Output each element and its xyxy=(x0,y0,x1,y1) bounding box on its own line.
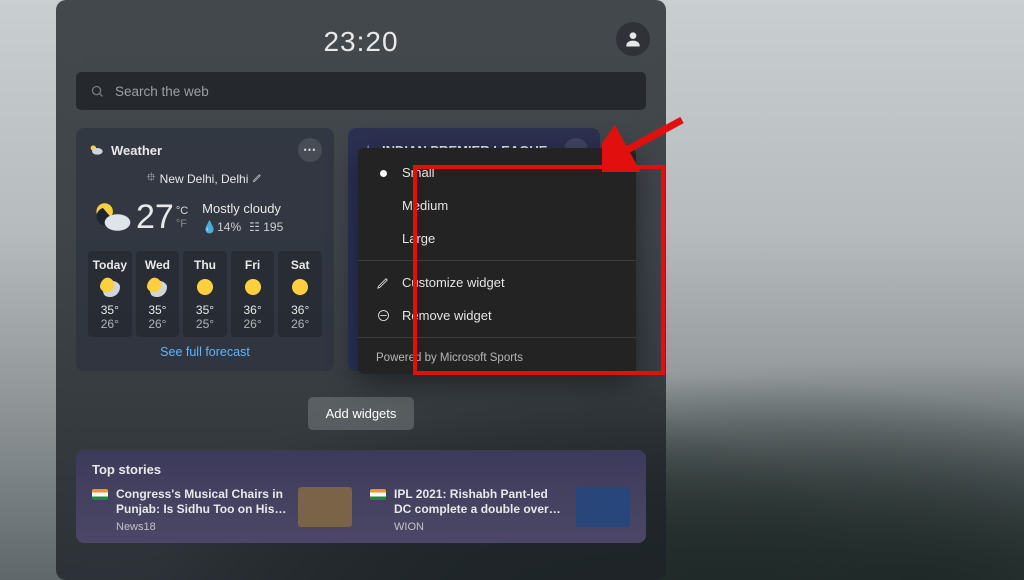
forecast-day-icon xyxy=(100,277,120,297)
forecast-day[interactable]: Wed 35°26° xyxy=(136,251,180,337)
forecast-low: 25° xyxy=(183,317,227,331)
menu-footer: Powered by Microsoft Sports xyxy=(358,343,636,368)
forecast-row: Today35°26°Wed35°26°Thu35°25°Fri36°26°Sa… xyxy=(88,251,322,337)
weather-title: Weather xyxy=(111,143,162,158)
menu-customize-widget[interactable]: Customize widget xyxy=(358,266,636,299)
forecast-day-icon xyxy=(195,277,215,297)
search-placeholder: Search the web xyxy=(115,84,209,99)
temp-units[interactable]: °C °F xyxy=(176,205,188,231)
menu-size-small[interactable]: Small xyxy=(358,156,636,189)
menu-remove-widget[interactable]: Remove widget xyxy=(358,299,636,332)
weather-condition: Mostly cloudy xyxy=(202,201,283,216)
clock-time: 23:20 xyxy=(56,0,666,72)
edit-location-icon[interactable] xyxy=(252,172,263,186)
forecast-day[interactable]: Sat 36°26° xyxy=(278,251,322,337)
story-flag-icon xyxy=(370,489,386,500)
forecast-day-name: Fri xyxy=(231,258,275,272)
forecast-high: 35° xyxy=(136,303,180,317)
top-stories-heading: Top stories xyxy=(92,462,630,477)
remove-icon xyxy=(376,308,391,323)
forecast-low: 26° xyxy=(136,317,180,331)
forecast-low: 26° xyxy=(278,317,322,331)
story-thumbnail xyxy=(576,487,630,527)
precip-icon: 💧14% xyxy=(202,220,241,234)
weather-location: New Delhi, Delhi xyxy=(160,172,249,186)
forecast-high: 36° xyxy=(231,303,275,317)
story-item[interactable]: Congress's Musical Chairs in Punjab: Is … xyxy=(92,487,352,533)
menu-size-large[interactable]: Large xyxy=(358,222,636,255)
forecast-day-icon xyxy=(243,277,263,297)
menu-size-medium[interactable]: Medium xyxy=(358,189,636,222)
weather-widget: Weather ⋯ ⯐ New Delhi, Delhi 27 °C °F xyxy=(76,128,334,371)
aqi-icon: ☷ 195 xyxy=(249,220,283,234)
forecast-day[interactable]: Today 35°26° xyxy=(88,251,132,337)
story-thumbnail xyxy=(298,487,352,527)
current-weather-icon xyxy=(90,195,134,239)
forecast-high: 35° xyxy=(183,303,227,317)
story-source: News18 xyxy=(116,521,290,533)
search-input[interactable]: Search the web xyxy=(76,72,646,110)
story-flag-icon xyxy=(92,489,108,500)
story-source: WION xyxy=(394,521,568,533)
profile-avatar[interactable] xyxy=(616,22,650,56)
weather-more-button[interactable]: ⋯ xyxy=(298,138,322,162)
current-temp: 27 xyxy=(134,198,174,237)
forecast-low: 26° xyxy=(88,317,132,331)
see-full-forecast-link[interactable]: See full forecast xyxy=(88,337,322,363)
forecast-day[interactable]: Fri 36°26° xyxy=(231,251,275,337)
forecast-day-icon xyxy=(147,277,167,297)
story-item[interactable]: IPL 2021: Rishabh Pant-led DC complete a… xyxy=(370,487,630,533)
forecast-day-icon xyxy=(290,277,310,297)
forecast-day-name: Thu xyxy=(183,258,227,272)
widget-context-menu: Small Medium Large Customize widget Remo… xyxy=(358,148,636,374)
forecast-day-name: Sat xyxy=(278,258,322,272)
forecast-day-name: Wed xyxy=(136,258,180,272)
forecast-day-name: Today xyxy=(88,258,132,272)
forecast-low: 26° xyxy=(231,317,275,331)
location-pin-icon: ⯐ xyxy=(147,168,156,189)
pencil-icon xyxy=(376,275,391,290)
forecast-day[interactable]: Thu 35°25° xyxy=(183,251,227,337)
forecast-high: 36° xyxy=(278,303,322,317)
story-title: Congress's Musical Chairs in Punjab: Is … xyxy=(116,487,290,517)
user-icon xyxy=(623,29,643,49)
story-title: IPL 2021: Rishabh Pant-led DC complete a… xyxy=(394,487,568,517)
add-widgets-button[interactable]: Add widgets xyxy=(308,397,415,430)
top-stories-widget: Top stories Congress's Musical Chairs in… xyxy=(76,450,646,543)
forecast-high: 35° xyxy=(88,303,132,317)
weather-icon xyxy=(88,142,104,158)
search-icon xyxy=(90,84,105,99)
